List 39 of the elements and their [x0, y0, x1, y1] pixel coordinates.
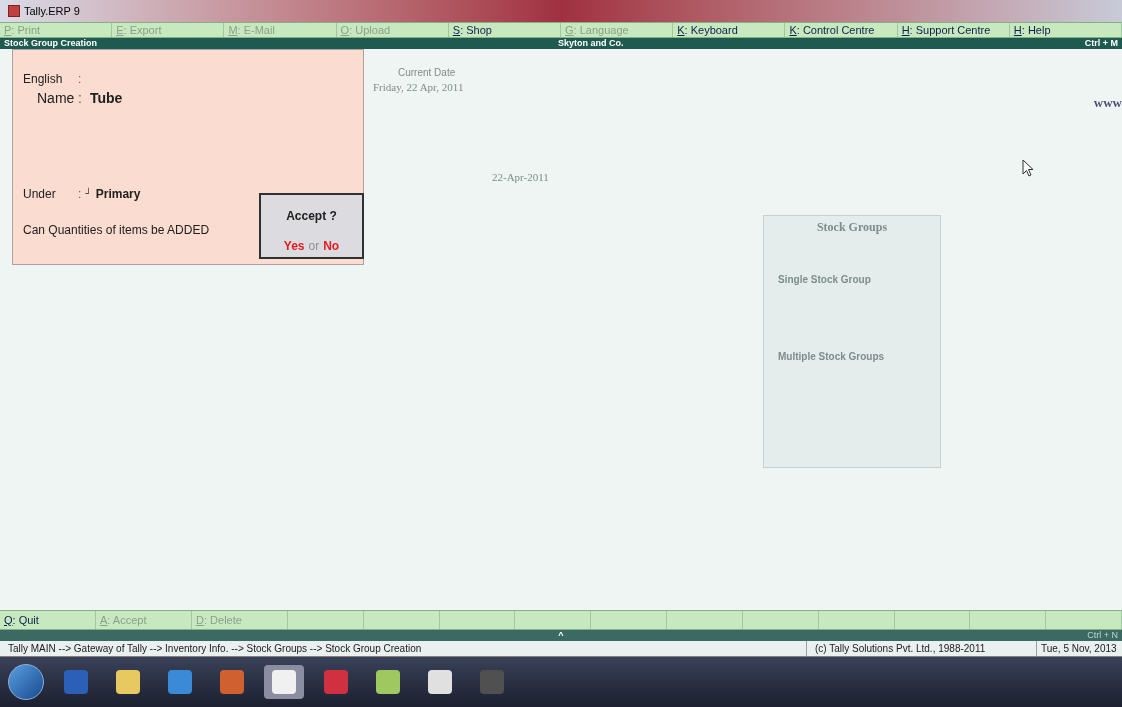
menu-title: Stock Groups	[815, 219, 889, 236]
date-label: Current Date	[398, 66, 456, 80]
field-value: Primary	[95, 186, 141, 203]
shortcut-label: Ctrl + N	[1086, 628, 1118, 642]
website-text: www	[1093, 94, 1122, 112]
field-label: Name	[37, 89, 76, 108]
return-icon: ┘	[85, 187, 92, 201]
menu-item[interactable]: K: Control Centre	[785, 21, 879, 39]
screen-title: Stock Group Creation	[4, 36, 97, 50]
date-text: 22-Apr-2011	[492, 170, 549, 185]
menu-item[interactable]: S: Shop	[448, 21, 496, 39]
section-title: Multiple Stock Groups	[777, 350, 886, 364]
or-label: or	[308, 238, 320, 255]
yes-button[interactable]: Yes	[283, 237, 305, 255]
footer-button[interactable]: Q: Quit	[0, 611, 43, 629]
section-title: Single Stock Group	[777, 273, 872, 287]
start-icon[interactable]	[8, 664, 44, 700]
field-label: Under	[23, 186, 57, 203]
no-button[interactable]: No	[323, 237, 340, 255]
separator-text: :	[78, 71, 82, 88]
cursor-icon	[1022, 159, 1034, 177]
copyright-text: (c) Tally Solutions Pvt. Ltd., 1988-2011	[806, 641, 1036, 656]
menu-item[interactable]: H: Help	[1009, 21, 1055, 39]
dialog-title: Accept ?	[286, 208, 337, 225]
menu-item[interactable]: K: Keyboard	[673, 21, 742, 39]
separator-text: :	[78, 89, 82, 108]
breadcrumb-path: Tally MAIN --> Gateway of Tally --> Inventory Info. --> Stock Groups --> Stock Group Creation	[7, 642, 423, 656]
field-label: English	[23, 71, 64, 88]
separator-text: :	[78, 186, 82, 203]
field-value: Tube	[89, 89, 123, 108]
field-label: Can Quantities of items be ADDED	[23, 222, 211, 239]
caret-icon: ^	[558, 628, 564, 643]
company-name: Skyton and Co.	[558, 36, 624, 50]
window-title: Tally.ERP 9	[24, 3, 80, 19]
app-icon	[8, 5, 20, 17]
shortcut-label: Ctrl + M	[1084, 36, 1118, 50]
status-date: Tue, 5 Nov, 2013	[1036, 641, 1122, 656]
date-text: Friday, 22 Apr, 2011	[373, 80, 464, 95]
menu-item[interactable]: H: Support Centre	[897, 21, 995, 39]
